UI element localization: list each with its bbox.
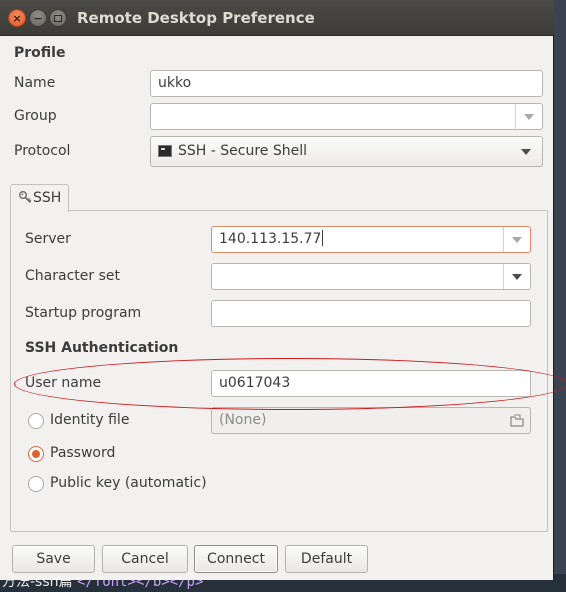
group-combo-input[interactable] xyxy=(150,103,543,130)
username-label: User name xyxy=(25,375,102,391)
protocol-select-value: SSH - Secure Shell xyxy=(178,143,307,159)
terminal-icon xyxy=(158,145,172,157)
text-cursor xyxy=(322,230,324,246)
tab-ssh-label: SSH xyxy=(33,190,62,206)
window-close-button[interactable]: × xyxy=(8,9,26,27)
minimize-icon: − xyxy=(33,11,43,25)
background-desktop-strip xyxy=(554,0,566,592)
cancel-button[interactable]: Cancel xyxy=(102,545,188,573)
password-radio[interactable] xyxy=(28,446,44,462)
protocol-select[interactable]: SSH - Secure Shell xyxy=(150,136,543,167)
identity-file-chooser[interactable]: (None) xyxy=(211,407,531,434)
password-label[interactable]: Password xyxy=(50,445,115,461)
window-minimize-button[interactable]: − xyxy=(29,9,47,27)
name-input[interactable]: ukko xyxy=(150,70,543,97)
server-input-value: 140.113.15.77 xyxy=(219,231,322,247)
startup-program-input[interactable] xyxy=(211,300,531,327)
group-combo-dropdown-button[interactable] xyxy=(515,104,542,129)
chevron-down-icon xyxy=(512,273,522,280)
connect-button[interactable]: Connect xyxy=(194,545,278,573)
window-maximize-button[interactable] xyxy=(49,9,67,27)
default-button[interactable]: Default xyxy=(285,545,368,573)
server-label: Server xyxy=(25,231,71,247)
chevron-down-icon xyxy=(524,113,534,120)
public-key-label[interactable]: Public key (automatic) xyxy=(50,475,207,491)
remote-desktop-preference-window: × − Remote Desktop Preference Profile Na… xyxy=(0,0,566,580)
window-title: Remote Desktop Preference xyxy=(77,9,315,27)
name-label: Name xyxy=(14,75,56,91)
chevron-down-icon xyxy=(521,149,531,155)
key-icon xyxy=(19,191,32,204)
ssh-authentication-title: SSH Authentication xyxy=(25,340,179,356)
profile-section-title: Profile xyxy=(14,45,66,61)
group-label: Group xyxy=(14,108,57,124)
server-combo-input[interactable]: 140.113.15.77 xyxy=(211,226,531,253)
tab-ssh[interactable]: SSH xyxy=(10,184,69,212)
name-input-value: ukko xyxy=(158,75,192,91)
public-key-radio[interactable] xyxy=(28,476,44,492)
window-titlebar[interactable]: × − Remote Desktop Preference xyxy=(0,0,554,36)
identity-file-value: (None) xyxy=(219,412,267,428)
save-button[interactable]: Save xyxy=(12,545,95,573)
charset-combo-input[interactable] xyxy=(211,263,531,290)
charset-combo-dropdown-button[interactable] xyxy=(503,264,530,289)
startup-program-label: Startup program xyxy=(25,305,142,321)
protocol-label: Protocol xyxy=(14,143,71,159)
close-icon: × xyxy=(12,11,22,25)
identity-file-radio[interactable] xyxy=(28,413,44,429)
file-open-icon xyxy=(510,414,524,427)
server-combo-dropdown-button[interactable] xyxy=(503,227,530,252)
username-input-value: u0617043 xyxy=(219,375,291,391)
username-input[interactable]: u0617043 xyxy=(211,370,531,397)
maximize-icon xyxy=(54,14,62,22)
charset-label: Character set xyxy=(25,268,120,284)
chevron-down-icon xyxy=(512,236,522,243)
identity-file-label[interactable]: Identity file xyxy=(50,412,129,428)
